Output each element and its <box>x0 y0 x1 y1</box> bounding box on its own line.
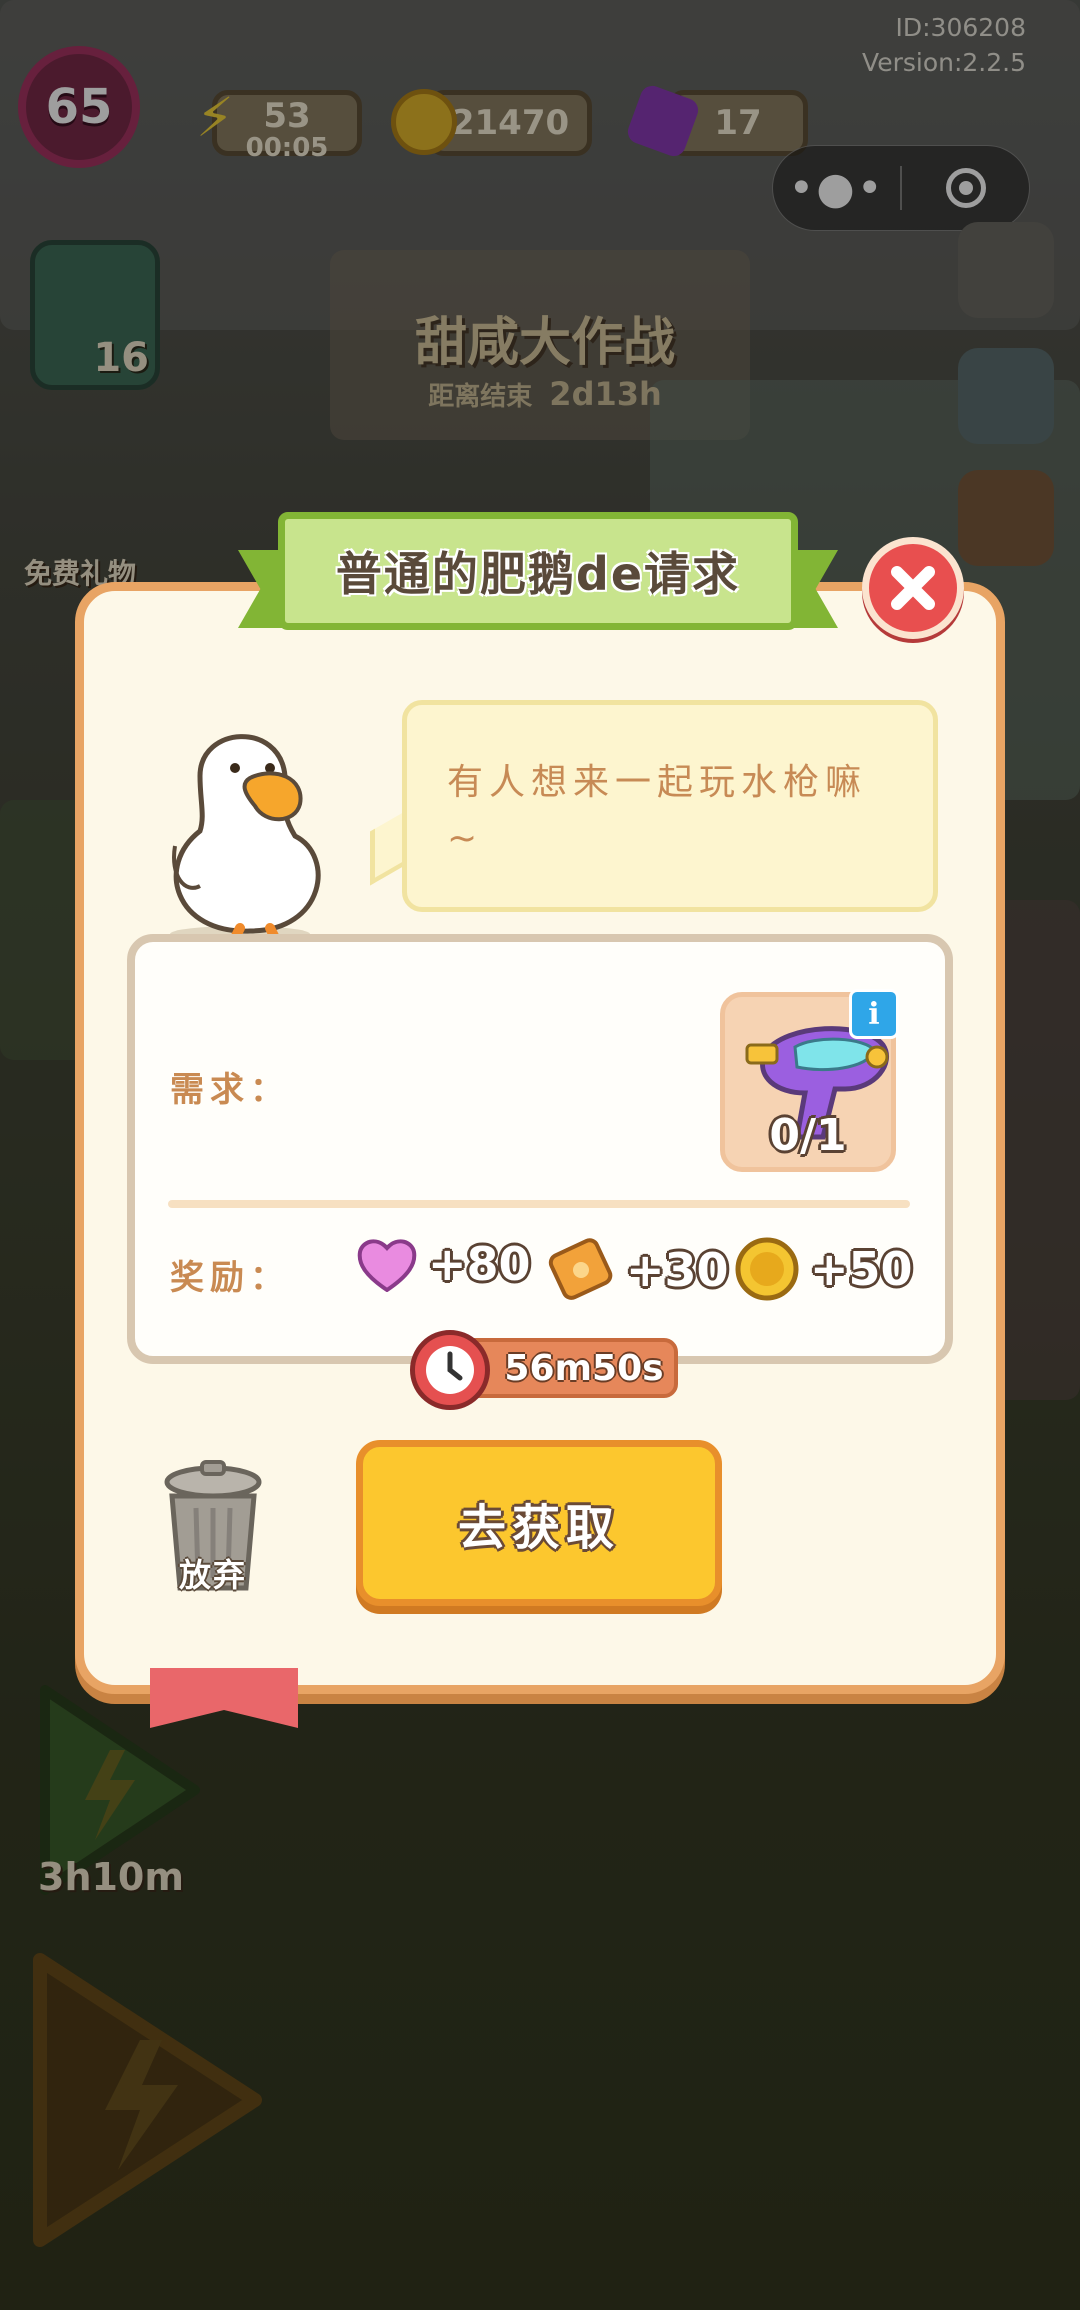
speech-bubble: 有人想来一起玩水枪嘛~ <box>402 700 938 912</box>
reward-coin-value: +50 <box>810 1242 913 1296</box>
demand-label: 需求： <box>170 1070 290 1110</box>
banner-body: 普通的肥鹅de请求 <box>278 512 798 630</box>
close-icon <box>891 566 935 610</box>
goose-character <box>170 734 321 938</box>
info-icon[interactable]: i <box>849 989 899 1039</box>
dialog-title: 普通的肥鹅de请求 <box>335 547 741 601</box>
clock-icon <box>410 1330 490 1410</box>
reward-ticket: +30 <box>546 1236 729 1304</box>
dialog-title-banner: 普通的肥鹅de请求 <box>238 512 838 632</box>
go-obtain-button[interactable]: 去获取 <box>356 1440 722 1606</box>
close-button[interactable] <box>862 537 964 639</box>
go-obtain-label: 去获取 <box>457 1500 620 1556</box>
heart-icon <box>357 1239 417 1292</box>
coin-icon <box>735 1237 799 1301</box>
panel-divider <box>168 1200 910 1208</box>
request-timer: 56m50s <box>410 1330 678 1410</box>
item-progress: 0/1 <box>769 1110 847 1161</box>
reward-heart: +80 <box>356 1236 531 1292</box>
reward-label: 奖励： <box>170 1258 290 1298</box>
timer-value: 56m50s <box>504 1347 664 1389</box>
abandon-button[interactable]: 放弃 <box>158 1460 268 1596</box>
reward-coin: +50 <box>734 1236 913 1302</box>
reward-ticket-value: +30 <box>626 1243 729 1297</box>
speech-text: 有人想来一起玩水枪嘛~ <box>447 762 868 859</box>
required-item-card[interactable]: i 0/1 <box>720 989 899 1172</box>
reward-heart-value: +80 <box>428 1237 531 1291</box>
abandon-label: 放弃 <box>178 1556 247 1594</box>
ticket-icon <box>548 1238 613 1300</box>
